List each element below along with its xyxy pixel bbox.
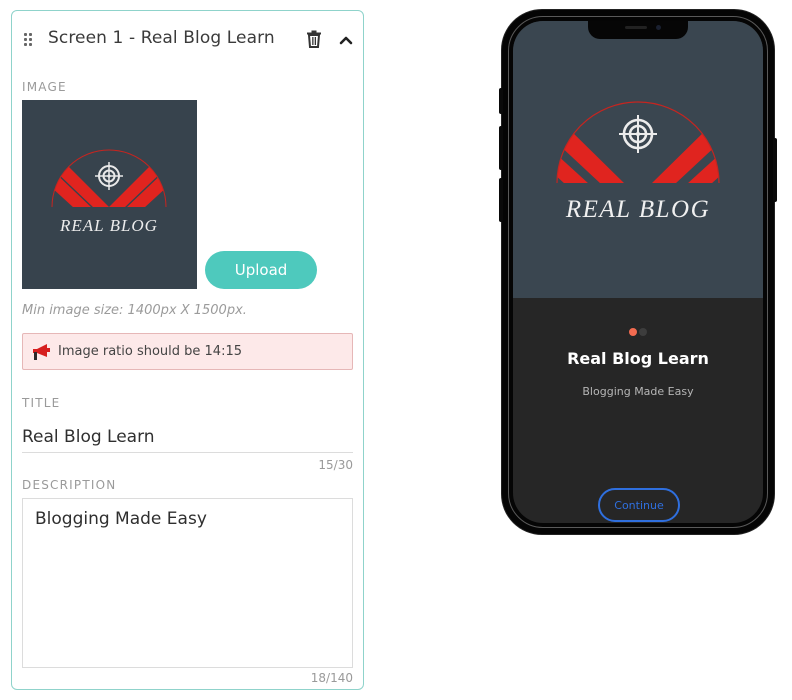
description-textarea[interactable]: Blogging Made Easy xyxy=(22,498,353,668)
drag-handle-icon[interactable] xyxy=(24,33,34,47)
real-blog-logo: REAL BLOG xyxy=(51,149,167,235)
card-header: Screen 1 - Real Blog Learn xyxy=(12,11,363,69)
alert-text: Image ratio should be 14:15 xyxy=(58,344,242,359)
image-ratio-alert: Image ratio should be 14:15 xyxy=(22,333,353,370)
upload-button[interactable]: Upload xyxy=(205,251,317,289)
phone-screen: REAL BLOG Real Blog Learn Blogging Made … xyxy=(513,21,763,523)
front-camera xyxy=(656,25,661,30)
megaphone-icon xyxy=(33,344,50,360)
image-preview: REAL BLOG xyxy=(22,100,197,289)
volume-down-button xyxy=(499,178,503,222)
chevron-up-icon[interactable] xyxy=(338,33,354,47)
page-dot-active[interactable] xyxy=(629,328,637,336)
image-size-hint: Min image size: 1400px X 1500px. xyxy=(22,303,247,318)
trash-icon[interactable] xyxy=(306,30,322,48)
continue-button[interactable]: Continue xyxy=(598,488,680,522)
onboarding-title: Real Blog Learn xyxy=(567,349,709,368)
page-dot[interactable] xyxy=(639,328,647,336)
speaker-grille xyxy=(625,26,647,29)
screen-editor-card: Screen 1 - Real Blog Learn IMAGE REAL BL… xyxy=(11,10,364,690)
title-counter: 15/30 xyxy=(318,458,353,472)
volume-up-button xyxy=(499,126,503,170)
page-indicator xyxy=(513,321,763,336)
phone-preview: REAL BLOG Real Blog Learn Blogging Made … xyxy=(499,10,777,534)
image-section-label: IMAGE xyxy=(22,80,67,94)
mute-switch xyxy=(499,88,503,114)
title-input[interactable] xyxy=(22,421,353,453)
description-counter: 18/140 xyxy=(310,671,353,685)
onboarding-image: REAL BLOG xyxy=(513,21,763,298)
title-label: TITLE xyxy=(22,396,61,410)
preview-logo-text: REAL BLOG xyxy=(59,216,158,235)
onboarding-subtitle: Blogging Made Easy xyxy=(582,385,694,398)
screen-title: Screen 1 - Real Blog Learn xyxy=(48,28,275,48)
phone-logo-text: REAL BLOG xyxy=(565,196,710,223)
real-blog-logo: REAL BLOG xyxy=(556,101,720,223)
power-button xyxy=(773,138,777,202)
phone-notch xyxy=(588,21,688,39)
description-label: DESCRIPTION xyxy=(22,478,117,492)
